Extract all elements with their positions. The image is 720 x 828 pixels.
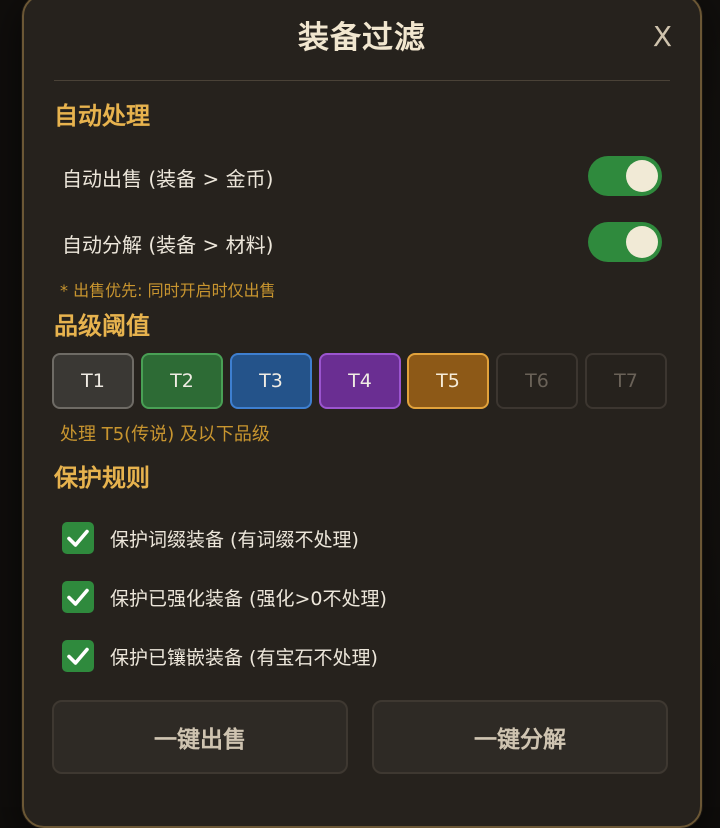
protect-enhanced-checkbox[interactable]	[62, 581, 94, 613]
tier-threshold-note: 处理 T5(传说) 及以下品级	[60, 424, 270, 445]
auto-salvage-toggle[interactable]	[588, 222, 662, 262]
toggle-knob	[626, 226, 658, 258]
toggle-knob	[626, 160, 658, 192]
equipment-filter-dialog: 装备过滤 X 自动处理 自动出售 (装备 > 金币) 自动分解 (装备 > 材料…	[22, 0, 702, 828]
protect-affix-checkbox[interactable]	[62, 522, 94, 554]
title-divider	[54, 80, 670, 81]
protect-enhanced-label: 保护已强化装备 (强化>0不处理)	[110, 588, 387, 610]
tier-button-t2[interactable]: T2	[141, 353, 223, 409]
auto-process-heading: 自动处理	[54, 102, 150, 130]
tier-selector: T1 T2 T3 T4 T5 T6 T7	[52, 353, 672, 411]
tier-button-t5[interactable]: T5	[407, 353, 489, 409]
sell-all-button[interactable]: 一键出售	[52, 700, 348, 774]
tier-button-t1[interactable]: T1	[52, 353, 134, 409]
auto-sell-toggle[interactable]	[588, 156, 662, 196]
tier-button-t7[interactable]: T7	[585, 353, 667, 409]
tier-button-t6[interactable]: T6	[496, 353, 578, 409]
sell-priority-note: * 出售优先: 同时开启时仅出售	[60, 281, 276, 300]
protection-heading: 保护规则	[54, 464, 150, 492]
checkmark-icon	[67, 529, 89, 547]
protect-socketed-label: 保护已镶嵌装备 (有宝石不处理)	[110, 647, 378, 669]
dialog-title: 装备过滤	[298, 20, 426, 56]
checkmark-icon	[67, 647, 89, 665]
checkmark-icon	[67, 588, 89, 606]
tier-button-t4[interactable]: T4	[319, 353, 401, 409]
close-button[interactable]: X	[653, 22, 672, 52]
protect-socketed-checkbox[interactable]	[62, 640, 94, 672]
salvage-all-button[interactable]: 一键分解	[372, 700, 668, 774]
auto-sell-label: 自动出售 (装备 > 金币)	[62, 167, 274, 191]
protect-affix-label: 保护词缀装备 (有词缀不处理)	[110, 529, 359, 551]
tier-button-t3[interactable]: T3	[230, 353, 312, 409]
auto-salvage-label: 自动分解 (装备 > 材料)	[62, 233, 274, 257]
quality-threshold-heading: 品级阈值	[54, 312, 150, 340]
